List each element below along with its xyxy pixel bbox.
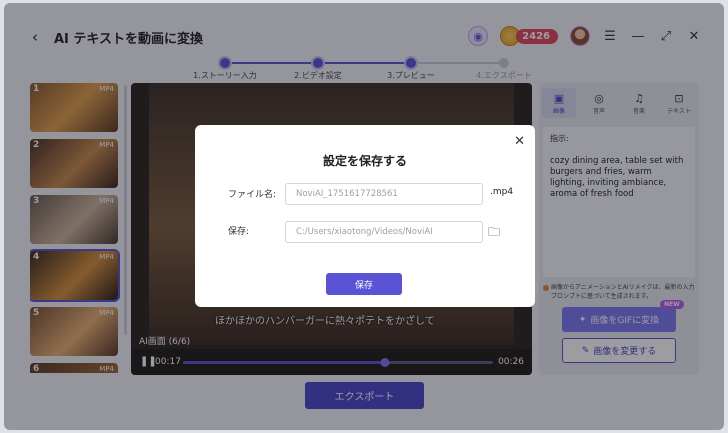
folder-icon[interactable]: 🗀: [488, 223, 500, 244]
save-path-input[interactable]: C:/Users/xiaotong/Videos/NoviAI: [285, 221, 483, 243]
save-settings-dialog: 設定を保存する ✕ ファイル名: NoviAI_1751617728561 .m…: [195, 125, 535, 307]
app-window: ‹ AI テキストを動画に変換 ◉ 2426 ☰ — ⤢ ✕ 1.ストーリー入力…: [4, 3, 724, 430]
dialog-close-icon[interactable]: ✕: [514, 134, 525, 149]
save-path-label: 保存:: [228, 227, 250, 237]
dialog-title: 設定を保存する: [322, 154, 407, 168]
file-extension: .mp4: [490, 187, 514, 197]
modal-overlay[interactable]: 設定を保存する ✕ ファイル名: NoviAI_1751617728561 .m…: [4, 3, 724, 430]
filename-input[interactable]: NoviAI_1751617728561: [285, 183, 483, 205]
dialog-save-button[interactable]: 保存: [326, 273, 402, 295]
filename-label: ファイル名:: [228, 190, 277, 200]
